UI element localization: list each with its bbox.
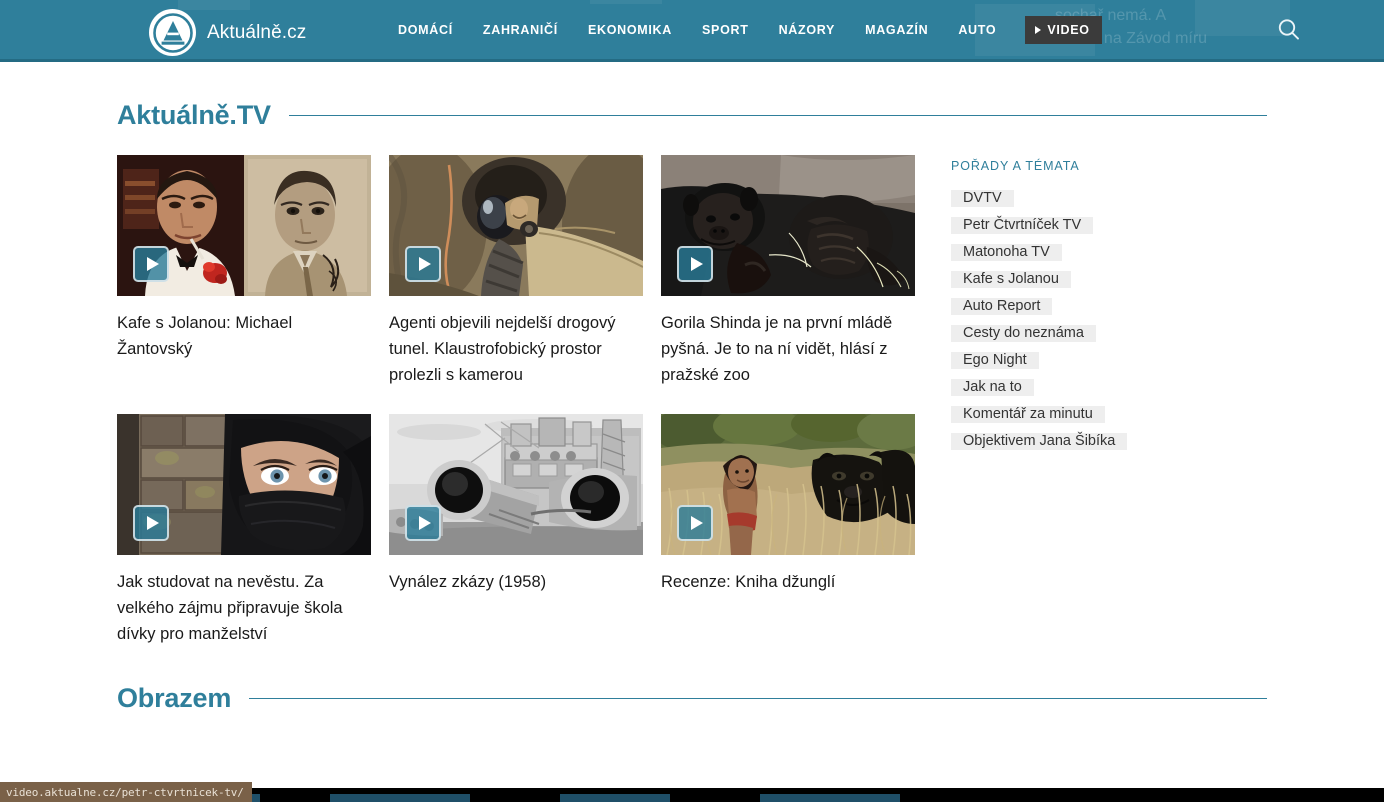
tv-layout: Kafe s Jolanou: Michael Žantovský Agenti… <box>117 155 1267 647</box>
tv-sidebar: POŘADY A TÉMATA DVTV Petr Čtvrtníček TV … <box>933 155 1223 647</box>
play-button[interactable] <box>133 246 169 282</box>
video-thumbnail[interactable] <box>661 414 915 555</box>
video-card-title[interactable]: Gorila Shinda je na první mládě pyšná. J… <box>661 310 915 388</box>
main-navigation: DOMÁCÍ ZAHRANIČÍ EKONOMIKA SPORT NÁZORY … <box>383 0 1102 59</box>
video-card-grid: Kafe s Jolanou: Michael Žantovský Agenti… <box>117 155 933 647</box>
brand-home-link[interactable]: Aktuálně.cz <box>149 9 306 56</box>
play-triangle-icon <box>1035 25 1042 34</box>
video-thumbnail[interactable] <box>117 155 371 296</box>
tag-komentar-za-minutu[interactable]: Komentář za minutu <box>951 406 1105 423</box>
brand-name: Aktuálně.cz <box>207 21 307 43</box>
video-card: Jak studovat na nevěstu. Za velkého zájm… <box>117 414 371 647</box>
video-card-title[interactable]: Kafe s Jolanou: Michael Žantovský <box>117 310 371 362</box>
search-button[interactable] <box>1274 15 1304 45</box>
section-title-tv: Aktuálně.TV <box>117 100 271 130</box>
video-card-title[interactable]: Vynález zkázy (1958) <box>389 569 643 595</box>
tag-objektivem-jana-sibika[interactable]: Objektivem Jana Šibíka <box>951 433 1128 450</box>
play-button[interactable] <box>405 505 441 541</box>
tag-ego-night[interactable]: Ego Night <box>951 352 1039 369</box>
nav-item-zahranici[interactable]: ZAHRANIČÍ <box>468 23 573 37</box>
sidebar-title: POŘADY A TÉMATA <box>951 159 1080 173</box>
play-icon <box>690 257 703 271</box>
video-card-title[interactable]: Agenti objevili nejdelší drogový tunel. … <box>389 310 643 388</box>
nav-item-ekonomika[interactable]: EKONOMIKA <box>573 23 687 37</box>
video-card: Gorila Shinda je na první mládě pyšná. J… <box>661 155 915 388</box>
section-header-obrazem: Obrazem <box>117 683 1267 714</box>
video-thumbnail[interactable] <box>117 414 371 555</box>
tag-jak-na-to[interactable]: Jak na to <box>951 379 1034 396</box>
nav-item-magazin[interactable]: MAGAZÍN <box>850 23 943 37</box>
video-thumbnail[interactable] <box>389 414 643 555</box>
tag-dvtv[interactable]: DVTV <box>951 190 1014 207</box>
nav-item-video[interactable]: VIDEO <box>1025 15 1102 44</box>
nav-item-video-label: VIDEO <box>1047 22 1090 37</box>
video-card: Agenti objevili nejdelší drogový tunel. … <box>389 155 643 388</box>
section-rule <box>249 698 1267 699</box>
section-header-tv: Aktuálně.TV <box>117 100 1267 131</box>
page-content: Aktuálně.TV Kafe s Jolanou: Michael Žant… <box>0 62 1384 714</box>
tag-auto-report[interactable]: Auto Report <box>951 298 1053 315</box>
video-card: Vynález zkázy (1958) <box>389 414 643 647</box>
search-icon <box>1278 19 1299 40</box>
play-button[interactable] <box>677 505 713 541</box>
video-thumbnail[interactable] <box>389 155 643 296</box>
nav-item-sport[interactable]: SPORT <box>687 23 764 37</box>
content-container: Aktuálně.TV Kafe s Jolanou: Michael Žant… <box>117 100 1267 714</box>
play-button[interactable] <box>405 246 441 282</box>
grid-row-spacer <box>661 388 915 414</box>
tag-kafe-s-jolanou[interactable]: Kafe s Jolanou <box>951 271 1071 288</box>
browser-status-bar-url: video.aktualne.cz/petr-ctvrtnicek-tv/ <box>0 782 252 802</box>
play-icon <box>146 516 159 530</box>
play-icon <box>690 516 703 530</box>
site-header: sochař nemá. A mentě na Závod míru Aktuá… <box>0 0 1384 62</box>
grid-row-spacer <box>117 388 371 414</box>
tag-list: DVTV Petr Čtvrtníček TV Matonoha TV Kafe… <box>951 190 1223 460</box>
section-rule <box>288 115 1267 116</box>
aktualne-a-logo-icon <box>149 9 196 56</box>
nav-item-nazory[interactable]: NÁZORY <box>764 23 851 37</box>
video-card-title[interactable]: Recenze: Kniha džunglí <box>661 569 915 595</box>
play-icon <box>146 257 159 271</box>
section-title-obrazem: Obrazem <box>117 683 232 713</box>
nav-item-auto[interactable]: AUTO <box>943 23 1011 37</box>
play-icon <box>418 257 431 271</box>
play-icon <box>418 516 431 530</box>
tag-cesty-do-neznama[interactable]: Cesty do neznáma <box>951 325 1096 342</box>
video-card-title[interactable]: Jak studovat na nevěstu. Za velkého zájm… <box>117 569 371 647</box>
video-card: Kafe s Jolanou: Michael Žantovský <box>117 155 371 388</box>
nav-item-domaci[interactable]: DOMÁCÍ <box>383 23 468 37</box>
tag-matonoha-tv[interactable]: Matonoha TV <box>951 244 1062 261</box>
play-button[interactable] <box>133 505 169 541</box>
grid-row-spacer <box>389 388 643 414</box>
video-thumbnail[interactable] <box>661 155 915 296</box>
tag-petr-ctvrtnicek-tv[interactable]: Petr Čtvrtníček TV <box>951 217 1094 234</box>
video-card: Recenze: Kniha džunglí <box>661 414 915 647</box>
play-button[interactable] <box>677 246 713 282</box>
